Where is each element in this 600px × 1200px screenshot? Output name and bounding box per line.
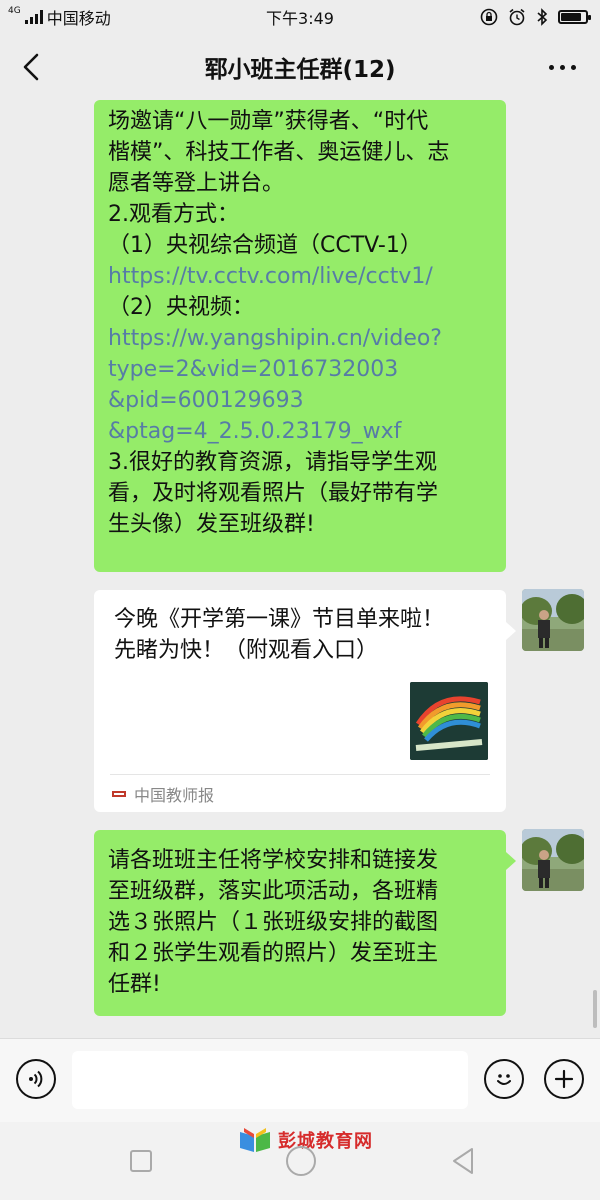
message-line: 3.很好的教育资源，请指导学生观 <box>108 450 437 475</box>
message-line: 愿者等登上讲台。 <box>108 171 285 196</box>
message-line: 请各班班主任将学校安排和链接发 <box>108 848 439 873</box>
more-dots-icon <box>548 64 576 70</box>
book-logo-icon <box>240 1128 270 1152</box>
recent-apps-button[interactable] <box>130 1150 152 1172</box>
message-link[interactable]: type=2&vid=2016732003 <box>108 354 492 385</box>
message-link[interactable]: https://tv.cctv.com/live/cctv1/ <box>108 261 492 292</box>
message-line: 看，及时将观看照片（最好带有学 <box>108 481 439 506</box>
message-line: 和２张学生观看的照片）发至班主 <box>108 941 439 966</box>
card-source: 中国教师报 <box>112 782 214 806</box>
status-time: 下午3:49 <box>266 9 334 28</box>
triangle-back-icon <box>453 1148 473 1174</box>
voice-icon <box>29 1070 43 1088</box>
home-button[interactable] <box>286 1146 316 1176</box>
message-link[interactable]: &ptag=4_2.5.0.23179_wxf <box>108 416 492 447</box>
message-line: 至班级群，落实此项活动，各班精 <box>108 879 439 904</box>
card-thumbnail <box>410 682 488 760</box>
message-link[interactable]: &pid=600129693 <box>108 385 492 416</box>
card-divider <box>110 774 490 775</box>
plus-button[interactable] <box>544 1059 584 1099</box>
bluetooth-icon <box>537 8 548 26</box>
plus-icon <box>554 1069 574 1089</box>
chevron-left-icon <box>23 53 39 81</box>
system-back-button[interactable] <box>450 1146 476 1180</box>
card-title-line-2: 先睹为快！（附观看入口） <box>114 638 379 663</box>
message-line: 选３张照片（１张班级安排的截图 <box>108 910 439 935</box>
chat-title: 郓小班主任群(12) <box>204 57 396 83</box>
network-type: 4G <box>8 6 21 16</box>
article-card[interactable]: 今晚《开学第一课》节目单来啦！ 先睹为快！（附观看入口） 中国教师报 <box>94 590 506 812</box>
emoji-button[interactable] <box>484 1059 524 1099</box>
message-link[interactable]: https://w.yangshipin.cn/video? <box>108 323 492 354</box>
card-tail <box>506 622 516 640</box>
message-line: 2.观看方式： <box>108 202 239 227</box>
message-bubble-sent[interactable]: 请各班班主任将学校安排和链接发 至班级群，落实此项活动，各班精 选３张照片（１张班级… <box>94 830 506 1016</box>
system-nav-bar: 彭城教育网 <box>0 1122 600 1200</box>
scroll-indicator[interactable] <box>593 990 597 1028</box>
battery-icon <box>558 10 591 24</box>
message-input[interactable] <box>72 1051 468 1109</box>
newspaper-logo-icon <box>112 791 126 797</box>
voice-button[interactable] <box>16 1059 56 1099</box>
input-bar <box>0 1038 600 1122</box>
status-bar: 4G 中国移动 下午3:49 <box>0 0 600 34</box>
avatar[interactable] <box>522 589 584 651</box>
chat-area[interactable]: 场邀请“八一勋章”获得者、“时代 楷模”、科技工作者、奥运健儿、志 愿者等登上讲台。… <box>0 100 600 1038</box>
message-line: 场邀请“八一勋章”获得者、“时代 <box>108 109 429 134</box>
signal-icon <box>24 10 43 24</box>
message-line: 任群! <box>108 972 161 997</box>
alarm-icon <box>509 8 525 26</box>
message-bubble-sent[interactable]: 场邀请“八一勋章”获得者、“时代 楷模”、科技工作者、奥运健儿、志 愿者等登上讲台。… <box>94 100 506 572</box>
carrier-name: 中国移动 <box>46 9 111 28</box>
bubble-tail <box>506 852 516 870</box>
avatar[interactable] <box>522 829 584 891</box>
emoji-icon <box>497 1074 511 1085</box>
card-source-label: 中国教师报 <box>134 786 215 805</box>
chat-header: 郓小班主任群(12) <box>0 34 600 100</box>
message-line: 生头像）发至班级群! <box>108 512 315 537</box>
message-line: （2）央视频： <box>108 295 254 320</box>
more-button[interactable] <box>542 50 582 84</box>
card-title-line-1: 今晚《开学第一课》节目单来啦！ <box>114 607 445 632</box>
message-line: 楷模”、科技工作者、奥运健儿、志 <box>108 140 450 165</box>
lock-rotation-icon <box>480 8 498 26</box>
back-button[interactable] <box>14 50 48 84</box>
message-line: （1）央视综合频道（CCTV-1） <box>108 233 422 258</box>
